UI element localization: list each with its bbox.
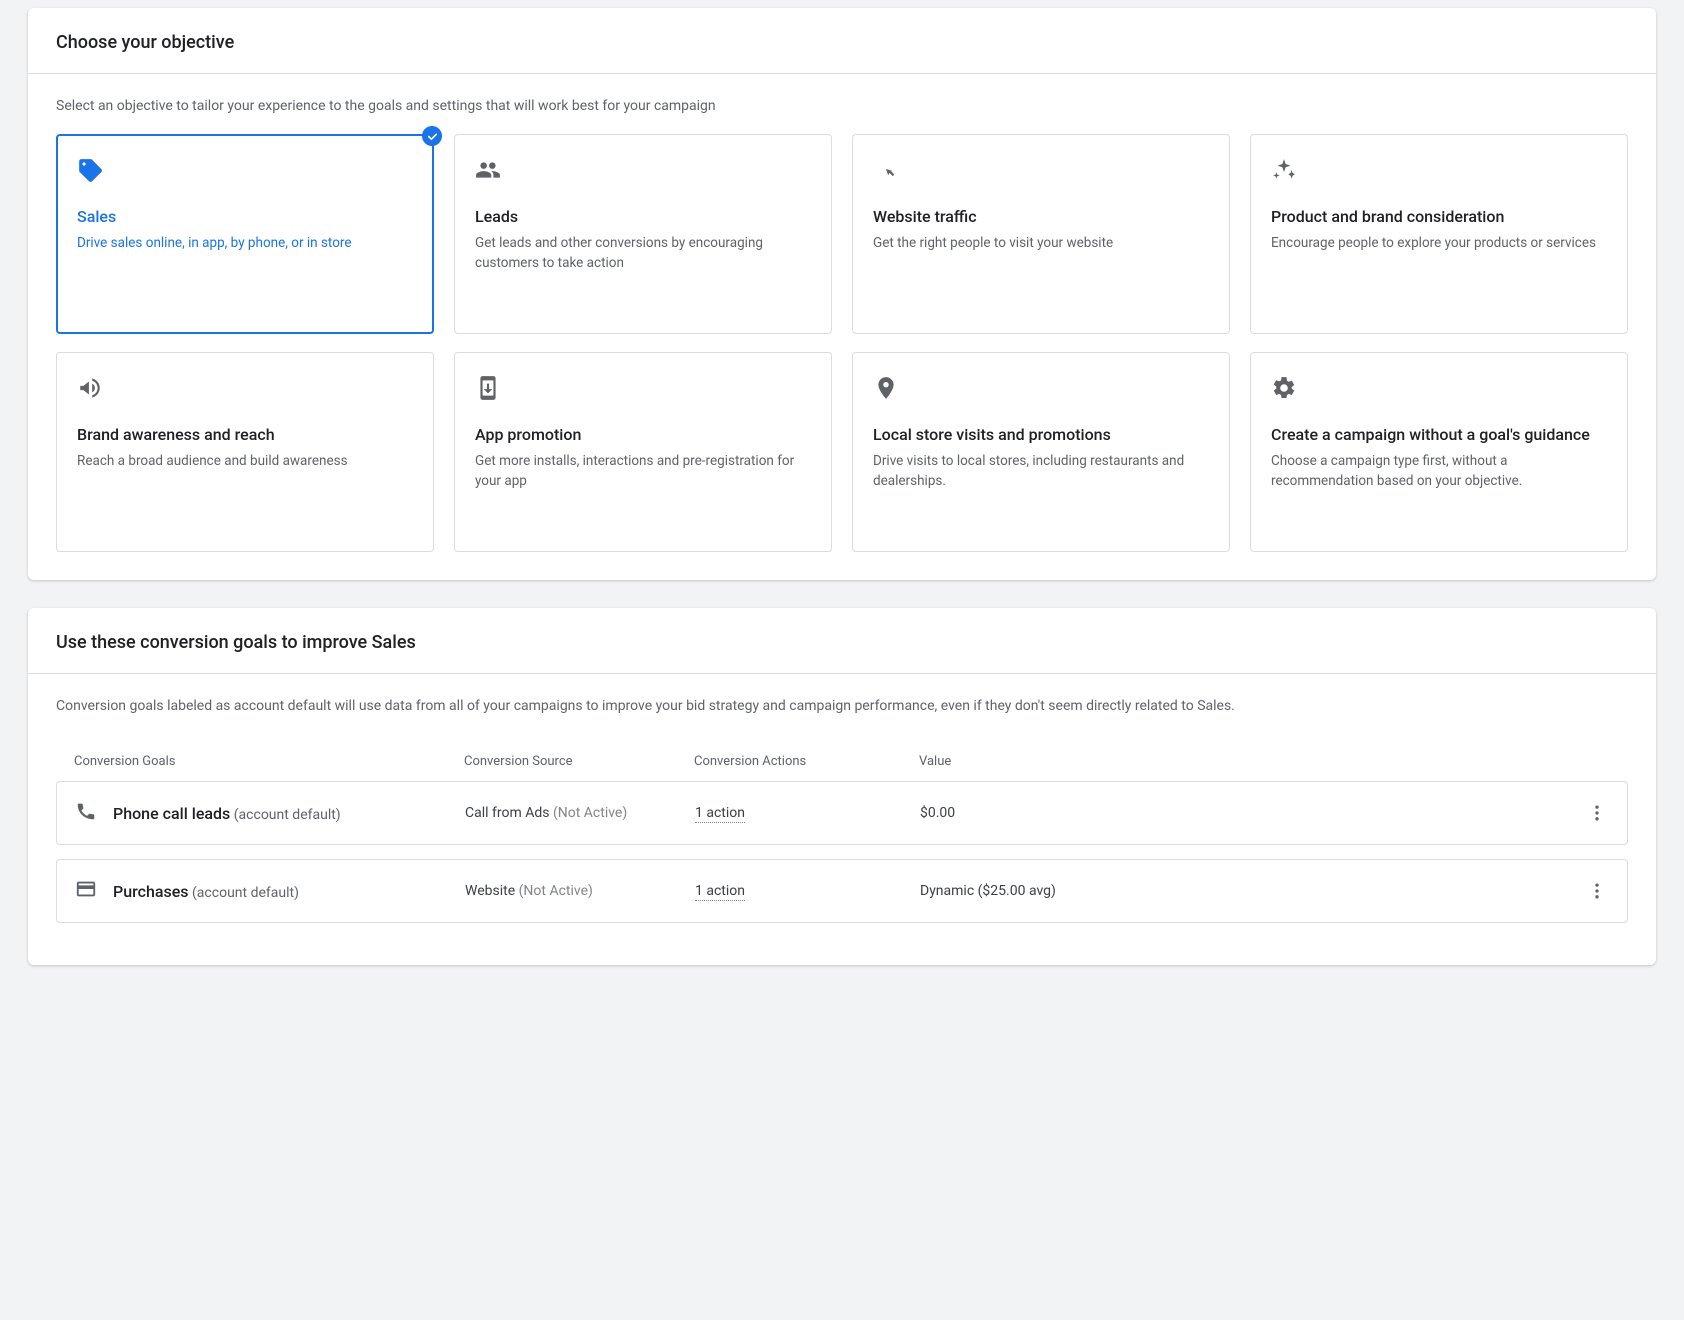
people-icon bbox=[475, 157, 811, 187]
gear-icon bbox=[1271, 375, 1607, 405]
goal-actions[interactable]: 1 action bbox=[695, 805, 745, 823]
objective-title: Product and brand consideration bbox=[1271, 207, 1607, 226]
phone-icon bbox=[75, 800, 97, 826]
goal-value: Dynamic ($25.00 avg) bbox=[920, 883, 1056, 899]
goal-default: (account default) bbox=[234, 807, 341, 823]
check-icon bbox=[422, 126, 442, 146]
goal-source: Website bbox=[465, 883, 515, 899]
objective-card-product-brand[interactable]: Product and brand consideration Encourag… bbox=[1250, 134, 1628, 334]
goal-name: Phone call leads bbox=[113, 804, 230, 823]
objective-card-no-goal[interactable]: Create a campaign without a goal's guida… bbox=[1250, 352, 1628, 552]
objective-title: Leads bbox=[475, 207, 811, 226]
goal-actions[interactable]: 1 action bbox=[695, 883, 745, 901]
tag-icon bbox=[77, 157, 413, 187]
objective-desc: Drive visits to local stores, including … bbox=[873, 452, 1209, 491]
col-value: Value bbox=[919, 754, 1570, 769]
megaphone-icon bbox=[77, 375, 413, 405]
objective-card-brand-awareness[interactable]: Brand awareness and reach Reach a broad … bbox=[56, 352, 434, 552]
objective-desc: Get leads and other conversions by encou… bbox=[475, 234, 811, 273]
objective-grid: Sales Drive sales online, in app, by pho… bbox=[56, 134, 1628, 552]
goal-name: Purchases bbox=[113, 882, 189, 901]
objective-title: Website traffic bbox=[873, 207, 1209, 226]
goals-subtext: Conversion goals labeled as account defa… bbox=[56, 698, 1628, 714]
goal-source-status: (Not Active) bbox=[519, 883, 593, 899]
objective-desc: Choose a campaign type first, without a … bbox=[1271, 452, 1607, 491]
objective-desc: Encourage people to explore your product… bbox=[1271, 234, 1607, 254]
kebab-icon[interactable] bbox=[1585, 801, 1609, 825]
objective-card-website-traffic[interactable]: Website traffic Get the right people to … bbox=[852, 134, 1230, 334]
goals-panel: Use these conversion goals to improve Sa… bbox=[28, 608, 1656, 965]
col-goals: Conversion Goals bbox=[74, 754, 464, 769]
objective-card-app-promotion[interactable]: App promotion Get more installs, interac… bbox=[454, 352, 832, 552]
objective-card-leads[interactable]: Leads Get leads and other conversions by… bbox=[454, 134, 832, 334]
objective-card-sales[interactable]: Sales Drive sales online, in app, by pho… bbox=[56, 134, 434, 334]
objective-desc: Reach a broad audience and build awarene… bbox=[77, 452, 413, 472]
objective-title: Sales bbox=[77, 207, 413, 226]
pin-icon bbox=[873, 375, 1209, 405]
phone-download-icon bbox=[475, 375, 811, 405]
objective-desc: Drive sales online, in app, by phone, or… bbox=[77, 234, 413, 254]
objective-title: Create a campaign without a goal's guida… bbox=[1271, 425, 1607, 444]
objective-title: Brand awareness and reach bbox=[77, 425, 413, 444]
goals-heading: Use these conversion goals to improve Sa… bbox=[56, 632, 1628, 653]
objective-heading: Choose your objective bbox=[56, 32, 1628, 53]
col-actions: Conversion Actions bbox=[694, 754, 919, 769]
objective-panel: Choose your objective Select an objectiv… bbox=[28, 8, 1656, 580]
goal-row-phone-calls[interactable]: Phone call leads (account default) Call … bbox=[56, 781, 1628, 845]
objective-desc: Get more installs, interactions and pre-… bbox=[475, 452, 811, 491]
sparkle-icon bbox=[1271, 157, 1607, 187]
objective-title: Local store visits and promotions bbox=[873, 425, 1209, 444]
goal-value: $0.00 bbox=[920, 805, 955, 821]
goal-source: Call from Ads bbox=[465, 805, 549, 821]
objective-desc: Get the right people to visit your websi… bbox=[873, 234, 1209, 254]
click-icon bbox=[873, 157, 1209, 187]
goal-default: (account default) bbox=[192, 885, 299, 901]
objective-card-local-store[interactable]: Local store visits and promotions Drive … bbox=[852, 352, 1230, 552]
objective-subtext: Select an objective to tailor your exper… bbox=[56, 98, 1628, 114]
objective-title: App promotion bbox=[475, 425, 811, 444]
goal-source-status: (Not Active) bbox=[553, 805, 627, 821]
credit-card-icon bbox=[75, 878, 97, 904]
goals-table-header: Conversion Goals Conversion Source Conve… bbox=[56, 734, 1628, 781]
kebab-icon[interactable] bbox=[1585, 879, 1609, 903]
goal-row-purchases[interactable]: Purchases (account default) Website (Not… bbox=[56, 859, 1628, 923]
col-source: Conversion Source bbox=[464, 754, 694, 769]
